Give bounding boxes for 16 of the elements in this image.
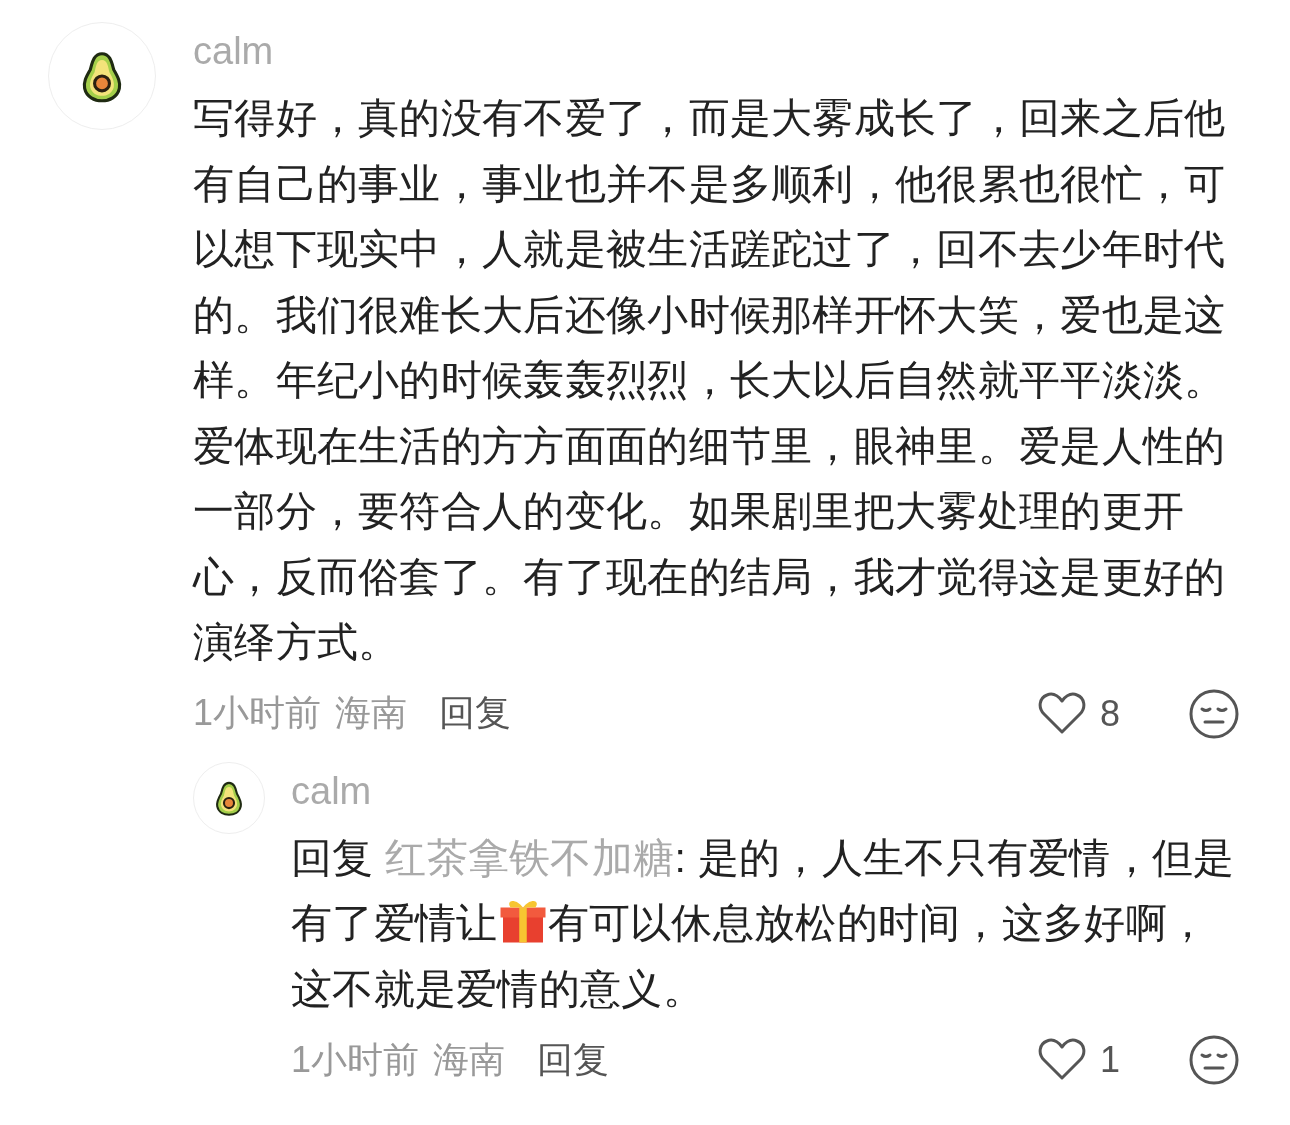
like-count: 8	[1100, 692, 1122, 735]
like-icon[interactable]	[1038, 691, 1086, 736]
like-icon[interactable]	[1038, 1038, 1086, 1082]
reply-button[interactable]: 回复	[439, 689, 512, 738]
neutral-face-icon[interactable]	[1188, 1034, 1240, 1086]
location: 海南	[433, 1037, 506, 1082]
username: calm	[193, 32, 275, 70]
comment-text: 写得好，真的没有不爱了，而是大雾成长了，回来之后他有自己的事业，事业也并不是多顺利，他很累也很忙，可以想下现实中，人就是被生活蹉跎过了，回不去少年时代的。我们很难长大后还像小时候那样开怀大笑，爱也是这样。年纪小的时候轰轰烈烈，长大以后自然就平平淡淡。爱体现在生活的方方面面的细节里，眼神里。爱是人性的一部分，要符合人的变化。如果剧里把大雾处理的更开心，反而俗套了。有了现在的结局，我才觉得这是更好的演绎方式。	[193, 94, 1227, 667]
location: 海南	[335, 691, 408, 735]
timestamp: 1小时前	[193, 691, 322, 735]
timestamp: 1小时前	[291, 1037, 420, 1082]
like-count: 1	[1100, 1039, 1122, 1081]
reply-button[interactable]: 回复	[537, 1035, 610, 1085]
reply-text: 回复 红茶拿铁不加糖: 是的，人生不只有爱情，但是有了爱情让 有可以休息放松的时间，这多好啊，这不就是爱情的意义。	[291, 833, 1236, 1014]
username: calm	[291, 771, 373, 810]
neutral-face-icon[interactable]	[1188, 687, 1240, 740]
